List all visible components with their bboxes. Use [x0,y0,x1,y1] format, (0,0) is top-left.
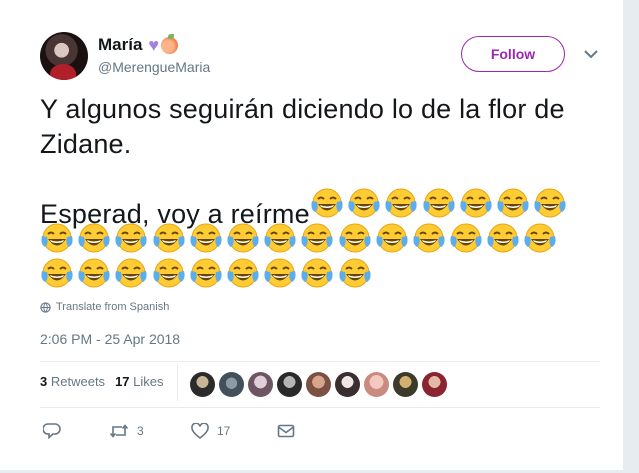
face-with-tears-of-joy-icon [375,222,409,256]
retweets-count: 3 [40,374,48,389]
face-with-tears-of-joy-icon [533,187,567,221]
like-count: 17 [217,424,231,438]
author-name-row[interactable]: María ♥ [98,33,179,55]
likes-stat[interactable]: 17 Likes [115,374,163,389]
face-with-tears-of-joy-icon [300,257,334,291]
face-with-tears-of-joy-icon [459,187,493,221]
avatar[interactable] [40,32,88,80]
reply-icon [43,423,61,439]
face-with-tears-of-joy-icon [114,257,148,291]
direct-message-button[interactable] [277,424,295,438]
translate-label[interactable]: Translate from Spanish [56,301,169,313]
face-with-tears-of-joy-icon [310,187,344,221]
author-handle[interactable]: @MerengueMaria [98,59,210,75]
liker-avatar[interactable] [248,372,273,397]
face-with-tears-of-joy-icon [449,222,483,256]
like-button[interactable]: 17 [191,423,277,439]
translate-link[interactable]: Translate from Spanish [40,301,169,313]
emoji-row [40,222,561,256]
face-with-tears-of-joy-icon [40,222,74,256]
face-with-tears-of-joy-icon [347,187,381,221]
likes-label: Likes [133,374,164,389]
face-with-tears-of-joy-icon [77,222,111,256]
emoji-row [310,187,570,221]
retweet-count: 3 [137,424,144,438]
emoji-row [40,257,375,291]
face-with-tears-of-joy-icon [77,257,111,291]
retweet-icon [109,424,129,438]
face-with-tears-of-joy-icon [523,222,557,256]
face-with-tears-of-joy-icon [338,257,372,291]
face-with-tears-of-joy-icon [152,257,186,291]
globe-icon [40,301,51,313]
face-with-tears-of-joy-icon [300,222,334,256]
tweet-card: María ♥ @MerengueMaria Follow Y algunos … [0,0,624,470]
stats-separator [177,365,178,401]
liker-avatar[interactable] [306,372,331,397]
face-with-tears-of-joy-icon [496,187,530,221]
author-display-name[interactable]: María [98,35,142,55]
liker-avatar[interactable] [335,372,360,397]
tweet-timestamp[interactable]: 2:06 PM - 25 Apr 2018 [40,331,180,347]
heart-icon [191,423,209,439]
liker-avatar[interactable] [393,372,418,397]
face-with-tears-of-joy-icon [263,222,297,256]
tweet-stats: 3 Retweets 17 Likes [40,374,164,389]
liker-avatars [190,372,447,397]
purple-heart-icon: ♥ [148,35,160,55]
face-with-tears-of-joy-icon [422,187,456,221]
face-with-tears-of-joy-icon [189,257,223,291]
face-with-tears-of-joy-icon [263,257,297,291]
face-with-tears-of-joy-icon [114,222,148,256]
liker-avatar[interactable] [277,372,302,397]
face-with-tears-of-joy-icon [189,222,223,256]
peach-icon [161,33,179,54]
face-with-tears-of-joy-icon [152,222,186,256]
liker-avatar[interactable] [190,372,215,397]
chevron-down-icon[interactable] [584,47,598,61]
retweets-stat[interactable]: 3 Retweets [40,374,105,389]
retweet-button[interactable]: 3 [109,423,191,439]
face-with-tears-of-joy-icon [40,257,74,291]
face-with-tears-of-joy-icon [226,222,260,256]
divider [40,407,600,408]
face-with-tears-of-joy-icon [338,222,372,256]
divider [40,361,600,362]
liker-avatar[interactable] [219,372,244,397]
follow-button[interactable]: Follow [461,36,565,72]
reply-button[interactable] [43,423,109,439]
face-with-tears-of-joy-icon [226,257,260,291]
liker-avatar[interactable] [422,372,447,397]
envelope-icon [277,424,295,438]
face-with-tears-of-joy-icon [486,222,520,256]
likes-count: 17 [115,374,130,389]
retweets-label: Retweets [50,374,106,389]
face-with-tears-of-joy-icon [412,222,446,256]
liker-avatar[interactable] [364,372,389,397]
face-with-tears-of-joy-icon [384,187,418,221]
tweet-actions: 3 17 [43,423,295,439]
